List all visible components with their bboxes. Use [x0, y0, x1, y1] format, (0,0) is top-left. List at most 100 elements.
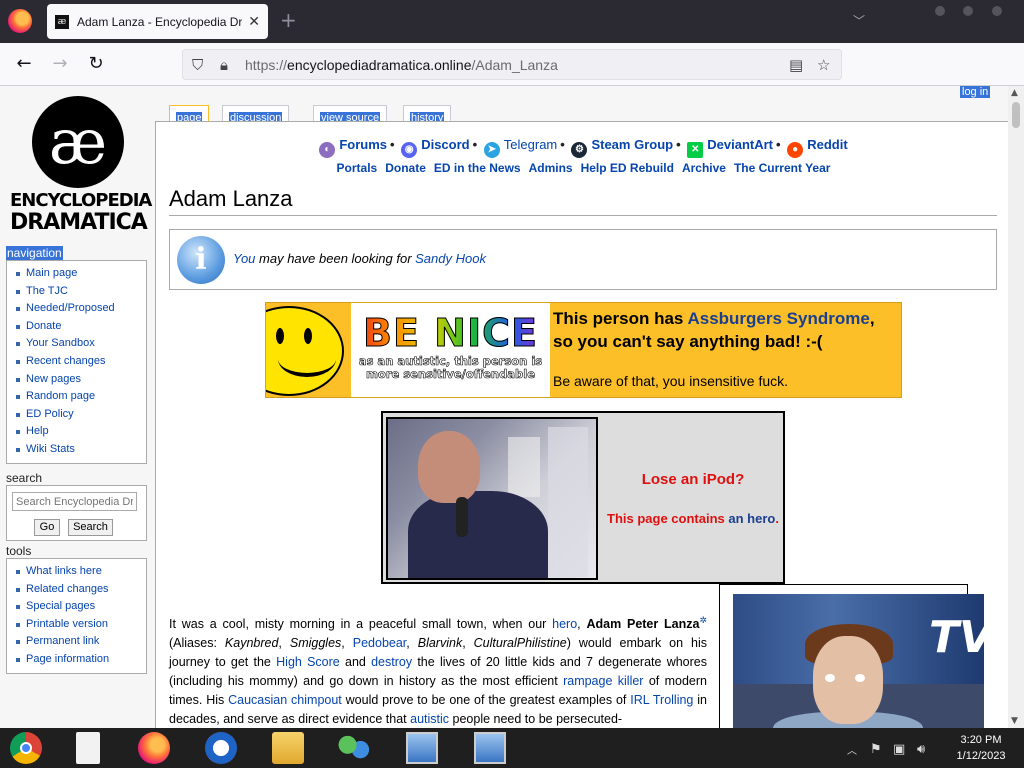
search-input[interactable] [12, 492, 137, 511]
sidebar-item-recent-changes[interactable]: Recent changes [16, 353, 146, 371]
sidebar-item-random-page[interactable]: Random page [16, 388, 146, 406]
tab-discussion[interactable]: discussion [222, 105, 290, 124]
portrait-photo[interactable]: TV [733, 594, 984, 728]
scroll-up-icon[interactable]: ▲ [1011, 88, 1018, 98]
firefox-icon[interactable] [138, 732, 170, 764]
article-body: It was a cool, misty morning in a peacef… [169, 615, 708, 727]
tray-chevron-icon[interactable]: ︿ [847, 742, 857, 757]
url-bar[interactable]: ⛉ 🔒︎ https://encyclopediadramatica.onlin… [182, 49, 842, 80]
search-button[interactable]: Search [68, 519, 113, 536]
chimpout-link[interactable]: chimpout [291, 693, 342, 707]
notice-you-link[interactable]: You [233, 251, 255, 266]
forward-icon[interactable]: → [49, 54, 71, 74]
tools-item-what-links-here[interactable]: What links here [16, 563, 146, 581]
portal-link-the-current-year[interactable]: The Current Year [734, 161, 830, 175]
forums-link[interactable]: Forums [339, 137, 387, 152]
back-icon[interactable]: ← [13, 54, 35, 74]
caucasian-link[interactable]: Caucasian [228, 693, 287, 707]
be-nice-line2: so you can't say anything bad! :-( [553, 332, 823, 351]
tools-item-special-pages[interactable]: Special pages [16, 598, 146, 616]
forums-icon: ◐ [319, 142, 336, 158]
page-scrollbar[interactable]: ▲ ▼ [1008, 86, 1024, 728]
telegram-link[interactable]: Telegram [504, 137, 557, 152]
file-explorer-icon[interactable] [272, 732, 304, 764]
tab-close-icon[interactable]: ✕ [248, 14, 260, 30]
hero-link[interactable]: hero [552, 617, 577, 631]
tab-view-source[interactable]: view source [313, 105, 388, 124]
chevron-down-icon[interactable]: ﹀ [853, 12, 865, 29]
portal-link-admins[interactable]: Admins [529, 161, 573, 175]
bookmark-star-icon[interactable]: ☆ [817, 56, 830, 74]
sidebar-item-donate[interactable]: Donate [16, 318, 146, 336]
opera-icon[interactable] [205, 732, 237, 764]
sandy-hook-link[interactable]: Sandy Hook [415, 251, 486, 266]
steam-link[interactable]: Steam Group [591, 137, 673, 152]
sidebar-item-new-pages[interactable]: New pages [16, 371, 146, 389]
deviantart-link[interactable]: DeviantArt [707, 137, 773, 152]
high-score-link[interactable]: High Score [276, 655, 340, 669]
reddit-link[interactable]: Reddit [807, 137, 847, 152]
assburgers-link[interactable]: Assburgers Syndrome [687, 309, 869, 328]
sidebar-item-help[interactable]: Help [16, 423, 146, 441]
portal-link-ed-in-the-news[interactable]: ED in the News [434, 161, 521, 175]
pedobear-link[interactable]: Pedobear [353, 636, 407, 650]
deviantart-icon: ✕ [687, 142, 704, 158]
lock-icon[interactable]: 🔒︎ [220, 56, 228, 74]
network-users-icon[interactable] [338, 732, 370, 764]
sidebar-item-wiki-stats[interactable]: Wiki Stats [16, 441, 146, 459]
flag-icon[interactable]: ⚑ [870, 742, 882, 757]
tools-item-related-changes[interactable]: Related changes [16, 581, 146, 599]
browser-tab[interactable]: æ Adam Lanza - Encyclopedia Dram ✕ [47, 4, 268, 39]
navigation-heading: navigation [6, 246, 63, 260]
tab-history[interactable]: history [403, 105, 452, 124]
tools-item-page-information[interactable]: Page information [16, 651, 146, 669]
close-window-button[interactable] [992, 6, 1002, 16]
page-viewport: log in æ ENCYCLOPEDIA DRAMATICA page dis… [0, 86, 1024, 728]
irl-trolling-link[interactable]: IRL Trolling [630, 693, 693, 707]
maximize-button[interactable] [963, 6, 973, 16]
sidebar-item-your-sandbox[interactable]: Your Sandbox [16, 335, 146, 353]
scroll-thumb[interactable] [1012, 102, 1020, 128]
file-icon[interactable] [76, 732, 100, 764]
minimize-button[interactable] [935, 6, 945, 16]
volume-icon[interactable]: 🔊︎ [917, 742, 925, 757]
an-hero-link[interactable]: an hero [728, 511, 775, 526]
shield-icon[interactable]: ⛉ [192, 56, 203, 74]
portal-link-donate[interactable]: Donate [385, 161, 426, 175]
reader-view-icon[interactable]: ▤ [789, 56, 803, 74]
chrome-icon[interactable] [10, 732, 42, 764]
tools-item-printable-version[interactable]: Printable version [16, 616, 146, 634]
tools-item-permanent-link[interactable]: Permanent link [16, 633, 146, 651]
sidebar-item-ed-policy[interactable]: ED Policy [16, 406, 146, 424]
reload-icon[interactable]: ↻ [85, 54, 107, 74]
network-icon[interactable]: ▣ [893, 742, 905, 757]
go-button[interactable]: Go [34, 519, 60, 536]
sidebar-item-main-page[interactable]: Main page [16, 265, 146, 283]
portal-links: Portals Donate ED in the News Admins Help ED… [156, 161, 1011, 175]
destroy-link[interactable]: destroy [371, 655, 412, 669]
url-text[interactable]: https://encyclopediadramatica.online/Ada… [245, 57, 558, 73]
remote-desktop-icon-2[interactable] [474, 732, 506, 764]
taskbar-clock[interactable]: 3:20 PM 1/12/2023 [946, 732, 1016, 764]
portal-link-help-ed-rebuild[interactable]: Help ED Rebuild [581, 161, 674, 175]
reddit-icon: ● [787, 142, 804, 158]
sidebar-item-the-tjc[interactable]: The TJC [16, 283, 146, 301]
be-nice-image: BE NICE as an autistic, this person is m… [351, 303, 550, 397]
discord-link[interactable]: Discord [421, 137, 469, 152]
sidebar-item-needed-proposed[interactable]: Needed/Proposed [16, 300, 146, 318]
portal-link-archive[interactable]: Archive [682, 161, 726, 175]
hero-image[interactable] [386, 417, 598, 580]
logo-text-line1: ENCYCLOPEDIA [10, 190, 152, 211]
firefox-icon[interactable] [8, 9, 32, 33]
new-tab-button[interactable]: + [280, 10, 297, 30]
tab-page[interactable]: page [169, 105, 210, 124]
portrait-box: TV [719, 584, 984, 728]
rampage-killer-link[interactable]: rampage killer [563, 674, 643, 688]
site-logo[interactable]: æ ENCYCLOPEDIA DRAMATICA [10, 96, 152, 235]
autistic-link[interactable]: autistic [410, 712, 449, 726]
login-link[interactable]: log in [960, 86, 991, 98]
scroll-down-icon[interactable]: ▼ [1011, 716, 1018, 726]
clock-time: 3:20 PM [960, 734, 1002, 746]
remote-desktop-icon[interactable] [406, 732, 438, 764]
portal-link-portals[interactable]: Portals [337, 161, 378, 175]
